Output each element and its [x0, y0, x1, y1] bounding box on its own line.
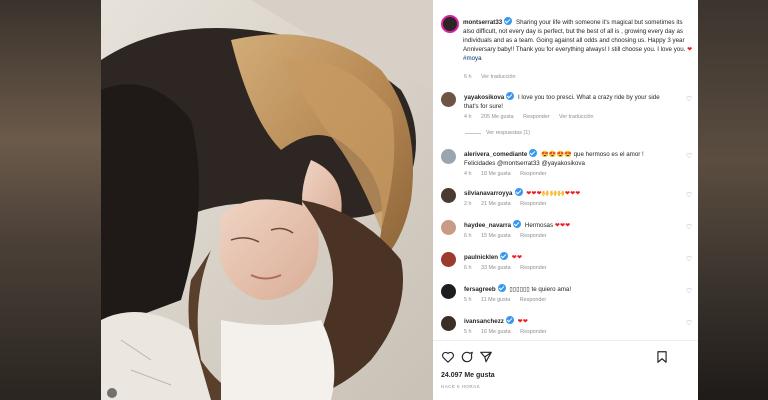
post-time-ago: HACE 6 HORAS [441, 384, 481, 389]
comment-avatar[interactable] [441, 92, 456, 107]
comment-reply[interactable]: Responder [520, 265, 546, 271]
comment-time: 4 h [464, 171, 472, 177]
comment-meta: 6 h 33 Me gusta Responder [464, 265, 555, 271]
comment-username[interactable]: alerivera_comediante [464, 151, 527, 158]
comment-likes[interactable]: 205 Me gusta [481, 114, 514, 120]
comment-text: silvianavarroyya ❤❤❤🙌🙌🙌❤❤❤ [464, 188, 660, 198]
post-actions: 24.097 Me gusta HACE 6 HORAS [433, 340, 698, 400]
comment-text: fersagreeb ▯▯▯▯▯▯ te quiero ama! [464, 284, 660, 294]
comment-emoji: ❤❤❤🙌🙌🙌❤❤❤ [526, 190, 581, 197]
comment-username[interactable]: ivansanchezz [464, 318, 504, 325]
share-icon[interactable] [479, 350, 493, 364]
comment-likes[interactable]: 16 Me gusta [481, 329, 511, 335]
comment-likes[interactable]: 11 Me gusta [481, 297, 510, 303]
comment-body: Hermosas [524, 222, 554, 229]
comment-avatar[interactable] [441, 284, 456, 299]
verified-icon [505, 316, 514, 324]
like-comment-icon[interactable]: ♡ [686, 192, 693, 199]
post-likes[interactable]: 24.097 Me gusta [441, 372, 495, 379]
background-right [698, 0, 768, 400]
like-comment-icon[interactable]: ♡ [686, 96, 693, 103]
comment-meta: 5 h 16 Me gusta Responder [464, 329, 555, 335]
comment-emoji: ❤❤❤ [554, 222, 571, 229]
verified-icon [504, 17, 513, 25]
comment-body: ▯▯▯▯▯▯ te quiero ama! [509, 286, 572, 293]
comment-username[interactable]: haydee_navarra [464, 222, 511, 229]
comment-meta: 4 h 18 Me gusta Responder [464, 171, 555, 177]
comment-text: paulnicklen ❤❤ [464, 252, 660, 262]
comment-emoji: 😍😍😍😍 [541, 151, 572, 158]
comment-emoji: ❤❤ [517, 318, 529, 325]
comment-avatar[interactable] [441, 316, 456, 331]
comment-likes[interactable]: 33 Me gusta [481, 265, 511, 271]
comment-avatar[interactable] [441, 252, 456, 267]
comment-meta: 6 h 15 Me gusta Responder [464, 233, 555, 239]
comment-time: 2 h [464, 201, 472, 207]
verified-icon [500, 252, 509, 260]
comment-text: yayakosikova I love you too presci. What… [464, 92, 660, 111]
verified-icon [514, 188, 523, 196]
photo-illustration [101, 0, 433, 400]
verified-icon [529, 149, 538, 157]
replies-divider [465, 133, 481, 134]
caption-hashtag[interactable]: #moya [463, 55, 482, 62]
like-comment-icon[interactable]: ♡ [686, 224, 693, 231]
comment-time: 6 h [464, 233, 472, 239]
post-caption: montserrat33 Sharing your life with some… [463, 17, 693, 63]
heart-icon[interactable] [441, 350, 455, 364]
verified-icon [497, 284, 506, 292]
verified-icon [506, 92, 515, 100]
comment-time: 5 h [464, 329, 472, 335]
comment-time: 5 h [464, 297, 472, 303]
post-panel: montserrat33 Sharing your life with some… [433, 0, 698, 400]
comment-avatar[interactable] [441, 188, 456, 203]
author-avatar[interactable] [441, 15, 459, 33]
view-replies[interactable]: Ver respuestas (1) [486, 130, 530, 136]
caption-hearts: ❤ [687, 46, 693, 53]
comment-avatar[interactable] [441, 220, 456, 235]
comment-time: 6 h [464, 265, 472, 271]
comment-reply[interactable]: Responder [520, 171, 546, 177]
save-icon[interactable] [655, 350, 669, 364]
comment-likes[interactable]: 21 Me gusta [481, 201, 511, 207]
comment-time: 4 h [464, 114, 472, 120]
caption-meta: 6 h Ver traducción [464, 74, 523, 80]
comment-meta: 4 h 205 Me gusta Responder Ver traducció… [464, 114, 602, 120]
comment-username[interactable]: yayakosikova [464, 94, 504, 101]
caption-translate[interactable]: Ver traducción [481, 74, 515, 80]
comment-reply[interactable]: Responder [523, 114, 549, 120]
author-username[interactable]: montserrat33 [463, 19, 502, 26]
verified-icon [513, 220, 522, 228]
caption-time: 6 h [464, 74, 472, 80]
comment-icon[interactable] [460, 350, 474, 364]
comment-text: haydee_navarra Hermosas ❤❤❤ [464, 220, 660, 230]
comment-username[interactable]: silvianavarroyya [464, 190, 513, 197]
background-left [0, 0, 101, 400]
comment-emoji: ❤❤ [511, 254, 523, 261]
comment-reply[interactable]: Responder [520, 201, 546, 207]
comment-text: alerivera_comediante 😍😍😍😍 que hermoso es… [464, 149, 660, 168]
comment-text: ivansanchezz ❤❤ [464, 316, 660, 326]
comment-meta: 2 h 21 Me gusta Responder [464, 201, 555, 207]
comment-reply[interactable]: Responder [520, 329, 546, 335]
like-comment-icon[interactable]: ♡ [686, 320, 693, 327]
comment-reply[interactable]: Responder [520, 297, 546, 303]
comment-likes[interactable]: 15 Me gusta [481, 233, 511, 239]
comment-translate[interactable]: Ver traducción [559, 114, 593, 120]
comment-avatar[interactable] [441, 149, 456, 164]
comment-meta: 5 h 11 Me gusta Responder [464, 297, 554, 303]
like-comment-icon[interactable]: ♡ [686, 153, 693, 160]
like-comment-icon[interactable]: ♡ [686, 256, 693, 263]
post-photo[interactable] [101, 0, 433, 400]
comment-username[interactable]: paulnicklen [464, 254, 498, 261]
comment-likes[interactable]: 18 Me gusta [481, 171, 511, 177]
comment-username[interactable]: fersagreeb [464, 286, 496, 293]
like-comment-icon[interactable]: ♡ [686, 288, 693, 295]
comment-reply[interactable]: Responder [520, 233, 546, 239]
